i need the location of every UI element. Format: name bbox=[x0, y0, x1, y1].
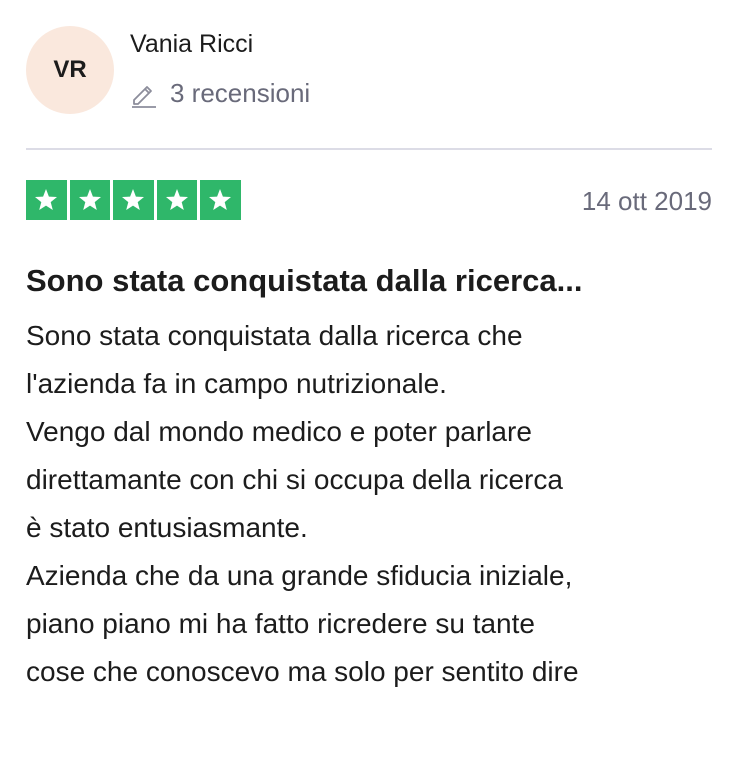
review-body-line: direttamante con chi si occupa della ric… bbox=[26, 464, 563, 495]
review-body-line: Vengo dal mondo medico e poter parlare bbox=[26, 416, 532, 447]
star-icon bbox=[69, 180, 110, 220]
star-rating bbox=[26, 180, 241, 220]
star-icon bbox=[156, 180, 197, 220]
avatar-initials: VR bbox=[53, 56, 87, 83]
review-body-line: cose che conoscevo ma solo per sentito d… bbox=[26, 656, 579, 687]
pencil-icon bbox=[130, 80, 158, 108]
rating-row: 14 ott 2019 bbox=[26, 180, 712, 254]
reviews-count: 3 recensioni bbox=[130, 78, 310, 109]
review-card: VR Vania Ricci 3 recensioni 14 ott 2019 … bbox=[26, 0, 712, 696]
review-title[interactable]: Sono stata conquistata dalla ricerca... bbox=[26, 254, 626, 308]
reviews-count-label: 3 recensioni bbox=[170, 78, 311, 108]
review-body-line: piano piano mi ha fatto ricredere su tan… bbox=[26, 608, 535, 639]
review-body: Sono stata conquistata dalla ricerca che… bbox=[26, 312, 712, 696]
review-date: 14 ott 2019 bbox=[581, 186, 712, 216]
review-body-line: Sono stata conquistata dalla ricerca che bbox=[26, 320, 523, 351]
reviewer-name[interactable]: Vania Ricci bbox=[130, 30, 253, 59]
star-icon bbox=[113, 180, 154, 220]
star-icon bbox=[26, 180, 67, 220]
review-body-line: l'azienda fa in campo nutrizionale. bbox=[26, 368, 447, 399]
avatar[interactable]: VR bbox=[26, 26, 114, 114]
review-body-line: Azienda che da una grande sfiducia inizi… bbox=[26, 560, 573, 591]
review-body-line: è stato entusiasmante. bbox=[26, 512, 308, 543]
star-icon bbox=[200, 180, 241, 220]
reviewer-header: VR Vania Ricci 3 recensioni bbox=[26, 0, 712, 150]
